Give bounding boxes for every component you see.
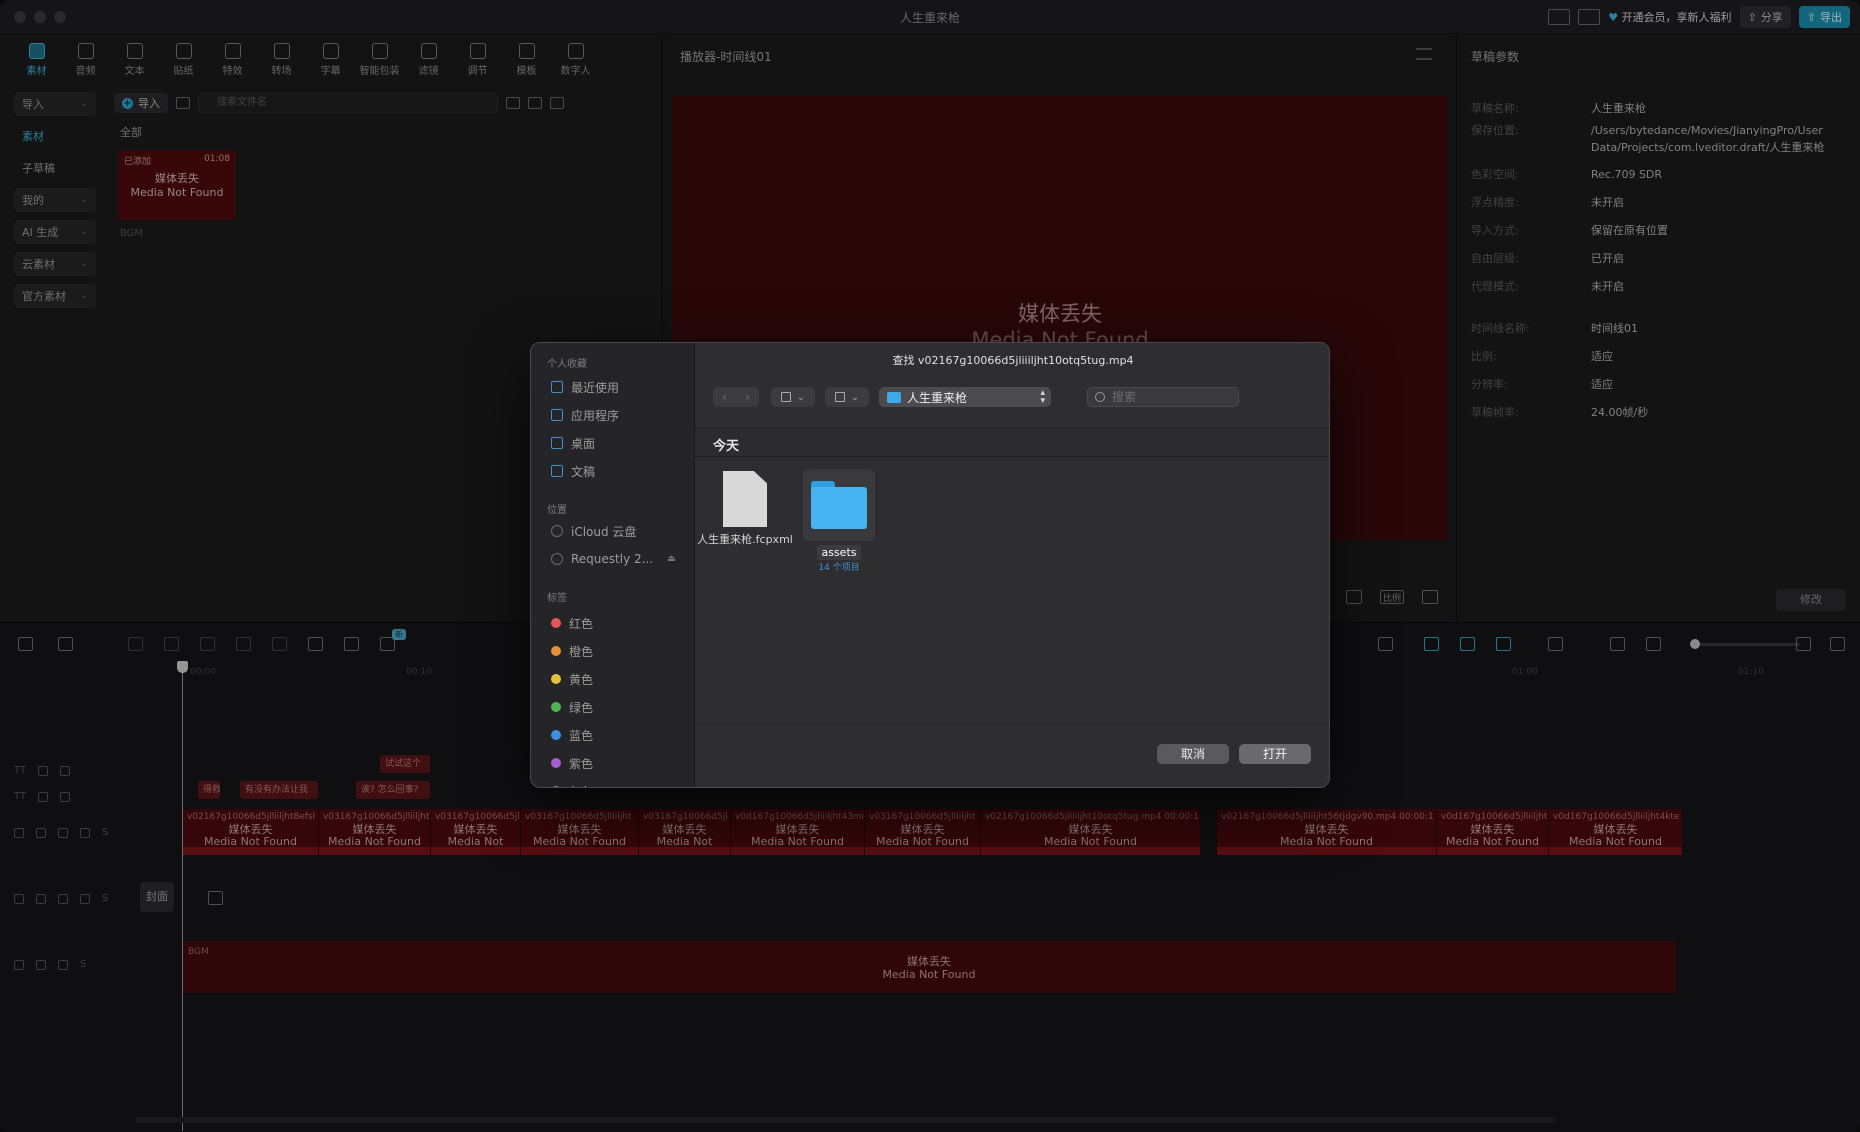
file-name: assets xyxy=(817,545,861,560)
tags-heading: 标签 xyxy=(547,593,567,604)
tag-label: 蓝色 xyxy=(569,728,594,743)
dialog-sidebar: 个人收藏 最近使用 应用程序 桌面 文稿 位置 iCloud 云盘 Reques… xyxy=(531,343,695,788)
file-name: 人生重来枪.fcpxml xyxy=(697,533,793,546)
group-mode-button[interactable]: ⌄ xyxy=(825,387,869,407)
folder-item-count: 14 个项目 xyxy=(818,563,860,573)
tag-color-dot xyxy=(551,758,561,768)
dialog-search-input[interactable]: 搜索 xyxy=(1087,387,1239,407)
document-file-icon xyxy=(723,471,767,527)
section-header: 今天 xyxy=(695,427,1329,457)
dialog-footer: 取消 打开 xyxy=(695,723,1329,787)
file-item-assets-folder[interactable]: assets 14 个项目 xyxy=(789,469,889,573)
search-icon xyxy=(1095,392,1105,402)
sidebar-item-label: 文稿 xyxy=(571,464,596,479)
locations-heading: 位置 xyxy=(547,505,567,516)
dialog-title: 查找 v02167g10066d5jliiiljht10otq5tug.mp4 xyxy=(892,354,1134,367)
tag-item[interactable]: 红色 xyxy=(551,613,593,633)
tag-label: 橙色 xyxy=(569,644,594,659)
tag-color-dot xyxy=(551,646,561,656)
tag-label: 灰色 xyxy=(569,783,593,788)
dialog-main: 查找 v02167g10066d5jliiiljht10otq5tug.mp4 … xyxy=(695,343,1329,787)
file-item-fcpxml[interactable]: 人生重来枪.fcpxml xyxy=(695,471,795,547)
tag-item[interactable]: 蓝色 xyxy=(551,725,593,745)
tag-item[interactable]: 绿色 xyxy=(551,697,593,717)
tag-color-dot xyxy=(551,702,561,712)
sidebar-item-label: Requestly 2... xyxy=(571,552,654,566)
app-window: 人生重来枪 ♥ 开通会员，享新人福利 ⇪ 分享 ⇧ 导出 素材 音频 文本 贴纸 特效 转场字… xyxy=(0,0,1860,1132)
sidebar-item-requestly[interactable]: Requestly 2... ⏏ xyxy=(551,549,676,569)
path-label: 人生重来枪 xyxy=(907,390,968,405)
eject-icon[interactable]: ⏏ xyxy=(667,554,676,564)
clock-icon xyxy=(551,381,563,393)
back-icon[interactable]: ‹ xyxy=(713,387,736,407)
nav-buttons: ‹ › xyxy=(713,387,759,407)
sidebar-item-label: 应用程序 xyxy=(571,408,620,423)
section-title: 今天 xyxy=(713,439,740,454)
sidebar-item-documents[interactable]: 文稿 xyxy=(551,461,595,481)
sidebar-item-label: 最近使用 xyxy=(571,380,620,395)
tag-item[interactable]: 橙色 xyxy=(551,641,593,661)
tag-item[interactable]: 紫色 xyxy=(551,753,593,773)
disk-icon xyxy=(551,553,563,565)
sidebar-item-label: 桌面 xyxy=(571,436,596,451)
view-mode-button[interactable]: ⌄ xyxy=(771,387,815,407)
path-selector[interactable]: 人生重来枪 ▴ ▾ xyxy=(879,387,1051,407)
up-down-chevron-icon: ▴ ▾ xyxy=(1040,388,1045,406)
tag-color-dot xyxy=(551,730,561,740)
desktop-icon xyxy=(551,437,563,449)
sidebar-item-icloud[interactable]: iCloud 云盘 xyxy=(551,521,636,541)
favorites-heading: 个人收藏 xyxy=(547,359,587,370)
chevron-down-icon: ⌄ xyxy=(796,391,806,403)
tag-label: 绿色 xyxy=(569,700,594,715)
tag-color-dot xyxy=(551,786,561,787)
cancel-button[interactable]: 取消 xyxy=(1157,744,1229,764)
group-icon xyxy=(834,392,845,402)
tag-item[interactable]: 灰色 xyxy=(551,781,593,788)
applications-icon xyxy=(551,409,563,421)
tag-label: 紫色 xyxy=(569,756,594,771)
tag-color-dot xyxy=(551,674,561,684)
tag-color-dot xyxy=(551,618,561,628)
document-icon xyxy=(551,465,563,477)
folder-icon xyxy=(803,469,875,541)
forward-icon[interactable]: › xyxy=(736,387,759,407)
search-placeholder: 搜索 xyxy=(1112,390,1137,404)
open-button[interactable]: 打开 xyxy=(1239,744,1311,764)
tag-item[interactable]: 黄色 xyxy=(551,669,593,689)
sidebar-item-recents[interactable]: 最近使用 xyxy=(551,377,619,397)
sidebar-item-applications[interactable]: 应用程序 xyxy=(551,405,619,425)
chevron-down-icon: ⌄ xyxy=(850,391,860,403)
sidebar-item-label: iCloud 云盘 xyxy=(571,524,637,539)
locate-media-dialog: 个人收藏 最近使用 应用程序 桌面 文稿 位置 iCloud 云盘 Reques… xyxy=(530,342,1330,788)
icon-view-icon xyxy=(780,392,791,402)
cloud-icon xyxy=(551,525,563,537)
tag-label: 红色 xyxy=(569,616,594,631)
sidebar-item-desktop[interactable]: 桌面 xyxy=(551,433,595,453)
folder-icon xyxy=(887,391,901,403)
tag-label: 黄色 xyxy=(569,672,594,687)
